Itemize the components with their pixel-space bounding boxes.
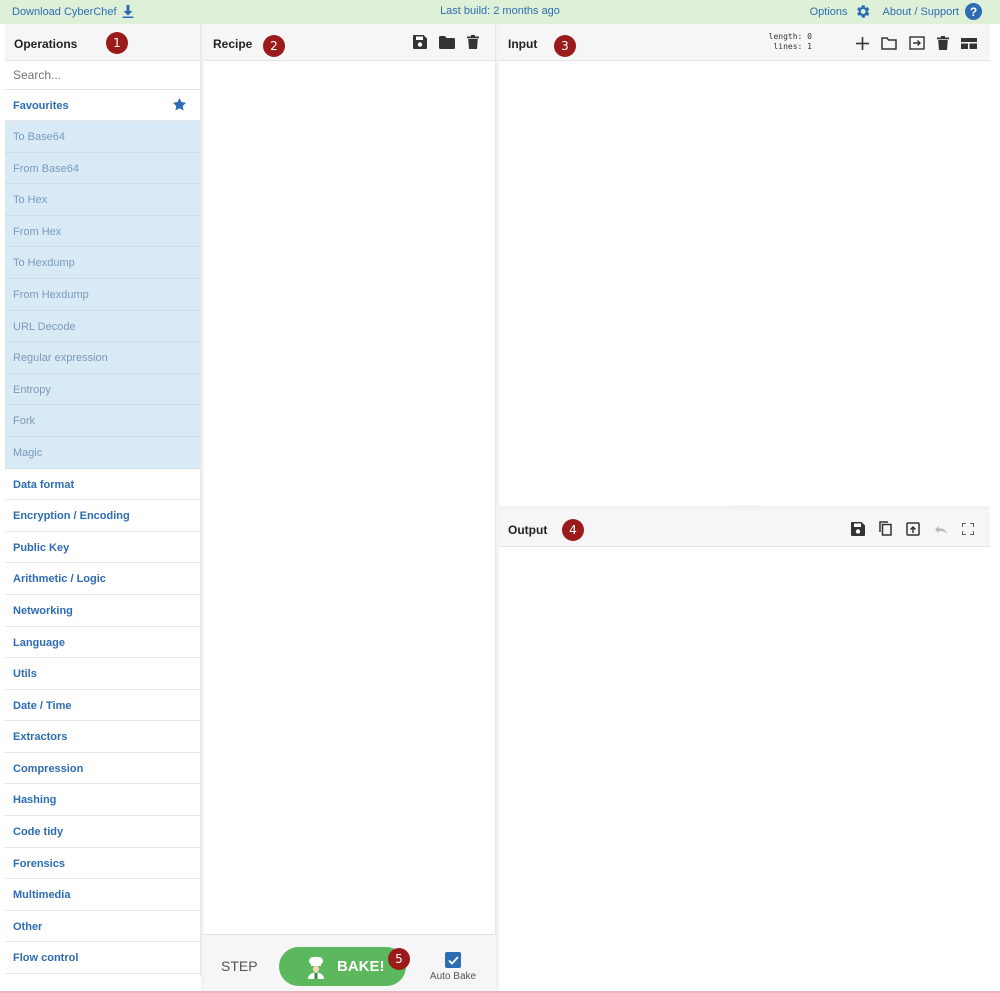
undo-icon[interactable]	[934, 524, 948, 534]
reset-layout-icon[interactable]	[961, 37, 977, 49]
favourites-list: To Base64 From Base64 To Hex From Hex To Hex…	[5, 121, 200, 469]
search-box[interactable]	[5, 61, 200, 90]
favourite-operation[interactable]: From Hexdump	[5, 278, 200, 311]
operation-category[interactable]: Other	[5, 911, 200, 943]
input-header: Input 3 length: 0 lines: 1	[499, 24, 990, 61]
gear-icon[interactable]	[854, 3, 871, 20]
checkmark-icon	[447, 955, 459, 965]
operations-header: Operations 1	[5, 24, 200, 61]
favourite-operation[interactable]: URL Decode	[5, 310, 200, 343]
operation-category[interactable]: Compression	[5, 753, 200, 785]
favourite-operation[interactable]: To Base64	[5, 121, 200, 153]
operation-category[interactable]: Public Key	[5, 532, 200, 564]
operation-category[interactable]: Data format	[5, 469, 200, 501]
trash-icon[interactable]	[467, 35, 479, 49]
search-input[interactable]	[13, 68, 192, 82]
last-build-text: Last build: 2 months ago	[440, 5, 560, 17]
lines-label: lines:	[773, 42, 803, 51]
folder-icon[interactable]	[439, 35, 455, 49]
favourite-operation[interactable]: Fork	[5, 405, 200, 437]
auto-bake-checkbox[interactable]	[445, 952, 461, 968]
lines-value: 1	[807, 42, 812, 51]
top-banner: Download CyberChef Last build: 2 months …	[0, 0, 1000, 24]
operation-category[interactable]: Flow control	[5, 942, 200, 975]
ops-recipe-gutter[interactable]	[201, 24, 204, 993]
bake-badge: 5	[388, 948, 410, 970]
operation-category[interactable]: Networking	[5, 595, 200, 627]
step-button[interactable]: STEP	[221, 958, 258, 974]
operation-category[interactable]: Encryption / Encoding	[5, 500, 200, 532]
options-link[interactable]: Options	[810, 3, 871, 20]
input-text-area[interactable]	[499, 61, 990, 508]
options-label[interactable]: Options	[810, 6, 848, 18]
star-icon[interactable]	[172, 97, 187, 112]
categories-list: Data format Encryption / Encoding Public K…	[5, 469, 200, 975]
output-badge: 4	[562, 519, 584, 541]
output-title: Output	[508, 523, 548, 537]
input-title: Input	[508, 37, 538, 51]
bake-label[interactable]: BAKE!	[337, 958, 385, 975]
favourites-label[interactable]: Favourites	[13, 100, 69, 112]
length-label: length:	[768, 32, 803, 41]
maximise-icon[interactable]	[962, 522, 974, 535]
add-tab-icon[interactable]	[856, 36, 869, 50]
download-link[interactable]: Download CyberChef	[12, 5, 134, 18]
output-header: Output 4	[499, 510, 990, 547]
favourite-operation[interactable]: Entropy	[5, 373, 200, 406]
about-label[interactable]: About / Support	[883, 6, 959, 18]
svg-text:?: ?	[970, 5, 977, 19]
bake-button[interactable]: BAKE!	[279, 947, 406, 986]
operations-badge: 1	[106, 32, 128, 54]
operation-category[interactable]: Utils	[5, 658, 200, 690]
length-value: 0	[807, 32, 812, 41]
clear-input-icon[interactable]	[937, 36, 949, 50]
download-icon[interactable]	[122, 5, 134, 18]
recipe-header: Recipe 2	[204, 24, 495, 61]
help-icon[interactable]: ?	[965, 3, 982, 20]
recipe-panel: Recipe 2 STEP BAKE! 5 Auto Bake	[204, 24, 496, 992]
favourites-category[interactable]: Favourites	[5, 90, 200, 121]
operation-category[interactable]: Date / Time	[5, 690, 200, 722]
copy-icon[interactable]	[879, 521, 892, 536]
operation-category[interactable]: Multimedia	[5, 879, 200, 911]
auto-bake-toggle[interactable]: Auto Bake	[428, 952, 478, 982]
operation-category[interactable]: Arithmetic / Logic	[5, 563, 200, 595]
operation-category[interactable]: Extractors	[5, 721, 200, 753]
output-text-area[interactable]	[499, 547, 990, 992]
chef-icon	[308, 956, 324, 979]
open-folder-icon[interactable]	[881, 36, 897, 50]
favourite-operation[interactable]: Magic	[5, 436, 200, 469]
operation-category[interactable]: Language	[5, 627, 200, 659]
operation-category[interactable]: Hashing	[5, 784, 200, 817]
favourite-operation[interactable]: From Base64	[5, 152, 200, 185]
operation-category[interactable]: Forensics	[5, 848, 200, 880]
input-badge: 3	[554, 35, 576, 57]
save-output-icon[interactable]	[851, 521, 865, 536]
output-panel: Output 4	[499, 510, 990, 992]
replace-input-icon[interactable]	[906, 521, 920, 536]
recipe-badge: 2	[263, 35, 285, 57]
operations-panel: Operations 1 Favourites To Base64From Ba…	[5, 24, 201, 976]
save-icon[interactable]	[413, 35, 427, 49]
auto-bake-label: Auto Bake	[429, 971, 477, 982]
favourite-operation[interactable]: From Hex	[5, 215, 200, 248]
input-panel: Input 3 length: 0 lines: 1	[499, 24, 990, 508]
operations-title: Operations	[14, 37, 78, 51]
open-file-icon[interactable]	[909, 36, 925, 50]
recipe-io-gutter[interactable]	[496, 24, 499, 993]
favourite-operation[interactable]: Regular expression	[5, 342, 200, 374]
operation-category[interactable]: Code tidy	[5, 816, 200, 848]
bake-bar: STEP BAKE! 5 Auto Bake	[204, 934, 496, 992]
favourite-operation[interactable]: To Hex	[5, 184, 200, 216]
input-stats: length: 0 lines: 1	[769, 32, 812, 52]
download-label[interactable]: Download CyberChef	[12, 6, 117, 18]
favourite-operation[interactable]: To Hexdump	[5, 247, 200, 279]
about-support-link[interactable]: About / Support ?	[883, 3, 982, 20]
recipe-title: Recipe	[213, 37, 253, 51]
